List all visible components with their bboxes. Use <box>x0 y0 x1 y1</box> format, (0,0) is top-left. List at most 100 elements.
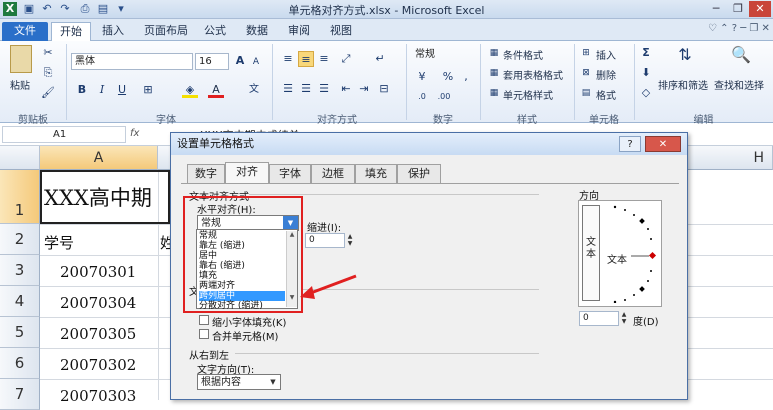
sort-filter-button[interactable]: 排序和筛选 <box>658 77 708 92</box>
clear-icon[interactable]: ◇ <box>638 85 654 101</box>
tab-home[interactable]: 开始 <box>51 22 91 41</box>
conditional-format-button[interactable]: 条件格式 <box>503 47 543 62</box>
degree-input[interactable]: 0 <box>579 311 619 326</box>
cell-a5[interactable]: 20070305 <box>60 325 136 343</box>
tab-file[interactable]: 文件 <box>2 22 48 41</box>
font-size-select[interactable]: 16 <box>195 53 229 70</box>
dialog-tab-protection[interactable]: 保护 <box>397 164 441 183</box>
insert-cells-button[interactable]: 插入 <box>596 47 616 62</box>
percent-button[interactable]: % <box>440 69 456 85</box>
currency-icon[interactable]: ¥ <box>414 69 430 85</box>
align-middle-icon[interactable]: ≡ <box>298 51 314 67</box>
bold-button[interactable]: B <box>74 82 90 98</box>
conditional-format-icon[interactable]: ▦ <box>486 45 502 61</box>
align-left-icon[interactable]: ☰ <box>280 81 296 97</box>
indent-spinner[interactable]: ▲ ▼ <box>345 233 355 247</box>
font-name-select[interactable]: 黑体 <box>71 53 193 70</box>
delete-cells-button[interactable]: 删除 <box>596 67 616 82</box>
tab-review[interactable]: 审阅 <box>284 22 314 41</box>
insert-cells-icon[interactable]: ⊞ <box>578 45 594 61</box>
wrap-text-icon[interactable]: ↵ <box>372 51 388 67</box>
dialog-tab-border[interactable]: 边框 <box>311 164 355 183</box>
cut-icon[interactable]: ✂ <box>40 45 56 61</box>
delete-cells-icon[interactable]: ⊠ <box>578 65 594 81</box>
row-header-6[interactable]: 6 <box>0 348 40 379</box>
row-header-2[interactable]: 2 <box>0 224 40 255</box>
cell-a4[interactable]: 20070304 <box>60 294 136 312</box>
tab-formulas[interactable]: 公式 <box>200 22 230 41</box>
select-all-corner[interactable] <box>0 146 40 170</box>
dialog-close-button[interactable]: ✕ <box>645 136 681 152</box>
fill-color-icon[interactable]: ◈ <box>182 82 198 98</box>
ribbon-controls[interactable]: ♡ ⌃ ? ─ ❐ ✕ <box>708 23 770 34</box>
orientation-box[interactable]: 文本 文本 <box>578 200 662 307</box>
column-header-h[interactable]: H <box>688 146 773 170</box>
increase-decimal-icon[interactable]: .0 <box>414 89 430 105</box>
increase-indent-icon[interactable]: ⇥ <box>356 81 372 97</box>
paste-button[interactable]: 粘贴 <box>10 77 30 92</box>
autosum-button[interactable]: Σ <box>638 45 654 61</box>
number-format-select[interactable]: 常规 <box>412 47 468 64</box>
column-header-a[interactable]: A <box>40 146 158 170</box>
indent-input[interactable]: 0 <box>305 233 345 248</box>
find-select-icon[interactable]: 🔍 <box>730 47 752 69</box>
degree-spinner[interactable]: ▲ ▼ <box>619 311 629 325</box>
merge-center-icon[interactable]: ⊟ <box>376 81 392 97</box>
row-header-1[interactable]: 1 <box>0 170 40 224</box>
align-right-icon[interactable]: ☰ <box>316 81 332 97</box>
dialog-tab-alignment[interactable]: 对齐 <box>225 162 269 184</box>
format-as-table-button[interactable]: 套用表格格式 <box>503 67 563 82</box>
row-header-5[interactable]: 5 <box>0 317 40 348</box>
find-select-button[interactable]: 查找和选择 <box>714 77 764 92</box>
shrink-font-icon[interactable]: A <box>248 54 264 70</box>
comma-button[interactable]: , <box>458 69 474 85</box>
paste-icon[interactable] <box>10 45 32 73</box>
decrease-indent-icon[interactable]: ⇤ <box>338 81 354 97</box>
cell-a7[interactable]: 20070303 <box>60 387 136 405</box>
tab-view[interactable]: 视图 <box>326 22 356 41</box>
close-button[interactable]: ✕ <box>749 1 771 17</box>
format-cells-icon[interactable]: ▤ <box>578 85 594 101</box>
italic-button[interactable]: I <box>94 82 110 98</box>
dialog-tab-number[interactable]: 数字 <box>187 164 225 183</box>
format-cells-button[interactable]: 格式 <box>596 87 616 102</box>
merge-cells-label: 合并单元格(M) <box>212 332 279 343</box>
border-icon[interactable]: ⊞ <box>140 82 156 98</box>
merge-cells-checkbox[interactable] <box>199 329 209 339</box>
align-center-icon[interactable]: ☰ <box>298 81 314 97</box>
align-bottom-icon[interactable]: ≡ <box>316 51 332 67</box>
cell-styles-button[interactable]: 单元格样式 <box>503 87 553 102</box>
row-header-7[interactable]: 7 <box>0 379 40 410</box>
cell-a2[interactable]: 学号 <box>44 232 74 253</box>
orientation-icon[interactable]: ⤢ <box>338 51 354 67</box>
decrease-decimal-icon[interactable]: .00 <box>436 89 452 105</box>
grow-font-icon[interactable]: A <box>232 53 248 69</box>
cell-a6[interactable]: 20070302 <box>60 356 136 374</box>
minimize-button[interactable]: ─ <box>705 1 727 17</box>
cell-a3[interactable]: 20070301 <box>60 263 136 281</box>
cell-a1[interactable]: XXX高中期 <box>44 182 152 212</box>
font-color-icon[interactable]: A <box>208 82 224 98</box>
maximize-button[interactable]: ❐ <box>727 1 749 17</box>
tab-page-layout[interactable]: 页面布局 <box>138 22 194 41</box>
align-top-icon[interactable]: ≡ <box>280 51 296 67</box>
row-header-4[interactable]: 4 <box>0 286 40 317</box>
help-button[interactable]: ? <box>619 136 641 152</box>
format-painter-icon[interactable]: 🖌 <box>40 85 56 101</box>
cell-styles-icon[interactable]: ▦ <box>486 85 502 101</box>
direction-dropdown-icon[interactable]: ▼ <box>267 376 279 388</box>
tab-insert[interactable]: 插入 <box>98 22 128 41</box>
fx-label[interactable]: fx <box>130 128 139 139</box>
name-box[interactable]: A1 <box>2 126 126 143</box>
row-header-3[interactable]: 3 <box>0 255 40 286</box>
shrink-to-fit-checkbox[interactable] <box>199 315 209 325</box>
dialog-tab-font[interactable]: 字体 <box>269 164 311 183</box>
format-as-table-icon[interactable]: ▦ <box>486 65 502 81</box>
fill-icon[interactable]: ⬇ <box>638 65 654 81</box>
sort-filter-icon[interactable]: ⇅ <box>674 47 696 69</box>
phonetic-icon[interactable]: 文 <box>246 82 262 98</box>
tab-data[interactable]: 数据 <box>242 22 272 41</box>
underline-button[interactable]: U <box>114 82 130 98</box>
dialog-tab-fill[interactable]: 填充 <box>355 164 397 183</box>
copy-icon[interactable]: ⎘ <box>40 65 56 81</box>
